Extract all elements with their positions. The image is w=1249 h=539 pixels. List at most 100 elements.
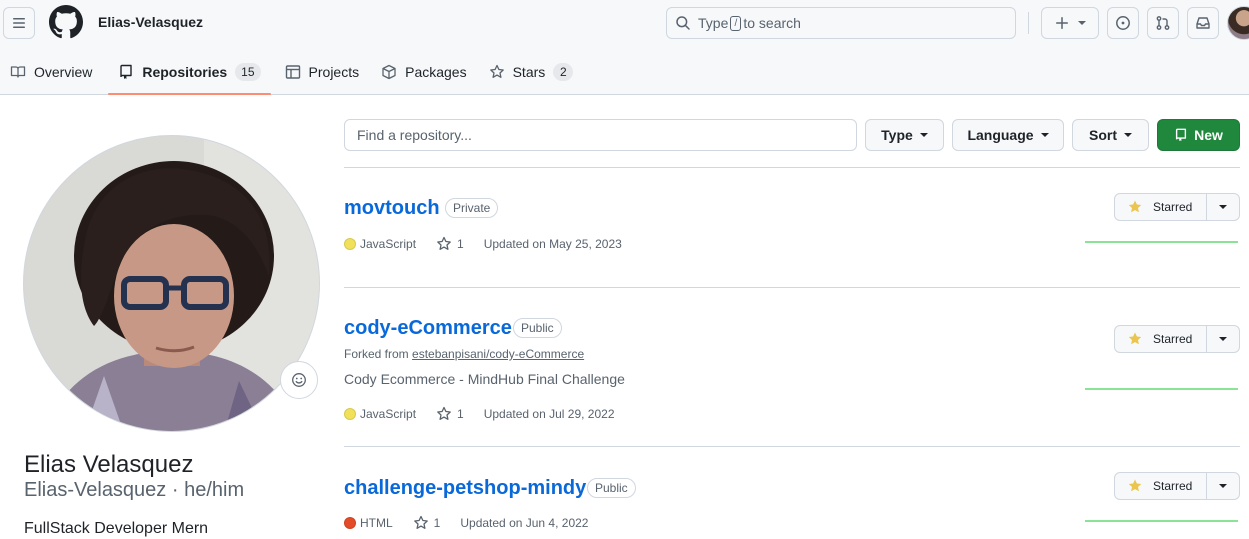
- language-color-dot: [344, 517, 356, 529]
- sort-label: Sort: [1089, 127, 1117, 143]
- profile-full-name: Elias Velasquez: [24, 451, 194, 478]
- open-menu-button[interactable]: [3, 7, 35, 39]
- package-icon: [382, 64, 396, 80]
- header-divider: [1028, 12, 1029, 34]
- language-filter-label: Language: [967, 127, 1034, 143]
- star-lists-dropdown[interactable]: [1207, 325, 1240, 353]
- table-icon: [285, 65, 300, 79]
- star-lists-dropdown[interactable]: [1207, 193, 1240, 221]
- repo-language: HTML: [360, 516, 393, 530]
- tab-overview[interactable]: Overview: [0, 50, 102, 94]
- tab-packages[interactable]: Packages: [371, 50, 476, 94]
- pull-requests-button[interactable]: [1147, 7, 1179, 39]
- chevron-down-icon: [1124, 133, 1132, 137]
- user-avatar[interactable]: [1227, 6, 1249, 40]
- language-color-dot: [344, 238, 356, 250]
- stargazers-link[interactable]: 1: [436, 406, 464, 422]
- forked-source-link[interactable]: estebanpisani/cody-eCommerce: [412, 347, 584, 361]
- star-icon: [437, 236, 451, 250]
- type-filter-label: Type: [881, 127, 913, 143]
- repo-meta: JavaScript 1 Updated on May 25, 2023: [344, 236, 622, 252]
- inbox-button[interactable]: [1187, 7, 1219, 39]
- star-count: 1: [457, 237, 464, 251]
- updated-time: Updated on May 25, 2023: [483, 237, 622, 251]
- list-divider: [344, 287, 1240, 288]
- repo-name-link[interactable]: cody-eCommerce: [344, 317, 512, 340]
- tab-label: Overview: [34, 64, 93, 80]
- repo-description: Cody Ecommerce - MindHub Final Challenge: [344, 371, 625, 387]
- new-repository-button[interactable]: New: [1157, 119, 1240, 151]
- find-repository-input[interactable]: [344, 119, 857, 151]
- star-lists-dropdown[interactable]: [1207, 472, 1240, 500]
- stargazers-link[interactable]: 1: [413, 515, 441, 531]
- starred-button[interactable]: Starred: [1114, 325, 1207, 353]
- updated-time: Updated on Jul 29, 2022: [483, 407, 615, 421]
- star-button-group: Starred: [1114, 325, 1240, 353]
- star-button-group: Starred: [1114, 193, 1240, 221]
- sort-button[interactable]: Sort: [1072, 119, 1149, 151]
- repo-icon: [120, 64, 133, 79]
- repo-name-link[interactable]: challenge-petshop-mindy: [344, 477, 586, 500]
- forked-from-line: Forked from estebanpisani/cody-eCommerce: [344, 347, 584, 361]
- pull-request-icon: [1156, 16, 1170, 30]
- stargazers-link[interactable]: 1: [436, 236, 464, 252]
- visibility-badge: Public: [513, 318, 562, 338]
- tab-stars[interactable]: Stars 2: [479, 50, 584, 94]
- issues-icon: [1116, 16, 1130, 30]
- issues-button[interactable]: [1107, 7, 1139, 39]
- list-divider: [344, 446, 1240, 447]
- starred-label: Starred: [1153, 200, 1193, 214]
- visibility-badge: Private: [445, 198, 499, 218]
- starred-label: Starred: [1153, 332, 1193, 346]
- github-logo[interactable]: [49, 5, 83, 39]
- starred-button[interactable]: Starred: [1114, 472, 1207, 500]
- chevron-down-icon: [1078, 21, 1086, 25]
- profile-photo: [24, 136, 319, 431]
- tab-projects[interactable]: Projects: [275, 50, 370, 94]
- repo-name-link[interactable]: movtouch: [344, 197, 440, 220]
- tab-label: Projects: [308, 64, 360, 80]
- chevron-down-icon: [1219, 337, 1227, 341]
- smiley-icon: [292, 373, 306, 387]
- hamburger-icon: [13, 18, 25, 28]
- repo-meta: JavaScript 1 Updated on Jul 29, 2022: [344, 406, 615, 422]
- chevron-down-icon: [919, 133, 928, 137]
- activity-graph: [1085, 388, 1238, 390]
- inbox-icon: [1196, 17, 1210, 29]
- starred-label: Starred: [1153, 479, 1193, 493]
- search-input[interactable]: Type / to search: [666, 7, 1016, 39]
- type-filter-button[interactable]: Type: [865, 119, 944, 151]
- repo-icon: [1176, 128, 1187, 142]
- profile-username-link[interactable]: Elias-Velasquez: [98, 14, 203, 30]
- visibility-badge: Public: [587, 478, 636, 498]
- star-count: 1: [433, 516, 441, 530]
- list-divider: [344, 167, 1240, 168]
- search-icon: [676, 16, 690, 30]
- profile-handle: Elias-Velasquez · he/him: [24, 479, 245, 501]
- updated-time: Updated on Jun 4, 2022: [460, 516, 589, 530]
- language-filter-button[interactable]: Language: [952, 119, 1064, 151]
- repo-language: JavaScript: [360, 237, 417, 251]
- create-new-button[interactable]: [1041, 7, 1099, 39]
- tab-repositories[interactable]: Repositories 15: [108, 50, 271, 95]
- tab-label: Repositories: [142, 64, 228, 80]
- repositories-count: 15: [235, 63, 261, 81]
- tab-label: Packages: [405, 64, 467, 80]
- profile-bio: FullStack Developer Mern: [24, 520, 209, 537]
- search-shortcut-key: /: [730, 15, 742, 31]
- star-fill-icon: [1128, 200, 1142, 213]
- stars-count: 2: [553, 63, 574, 81]
- chevron-down-icon: [1040, 133, 1049, 137]
- chevron-down-icon: [1219, 205, 1227, 209]
- activity-graph: [1085, 241, 1238, 243]
- star-icon: [437, 406, 451, 420]
- search-hint-after: to search: [743, 15, 801, 31]
- starred-button[interactable]: Starred: [1114, 193, 1207, 221]
- activity-graph: [1085, 520, 1238, 522]
- star-count: 1: [457, 407, 464, 421]
- repo-language: JavaScript: [360, 407, 417, 421]
- profile-avatar[interactable]: [23, 135, 320, 432]
- star-fill-icon: [1128, 479, 1142, 492]
- set-status-button[interactable]: [280, 361, 318, 399]
- star-button-group: Starred: [1114, 472, 1240, 500]
